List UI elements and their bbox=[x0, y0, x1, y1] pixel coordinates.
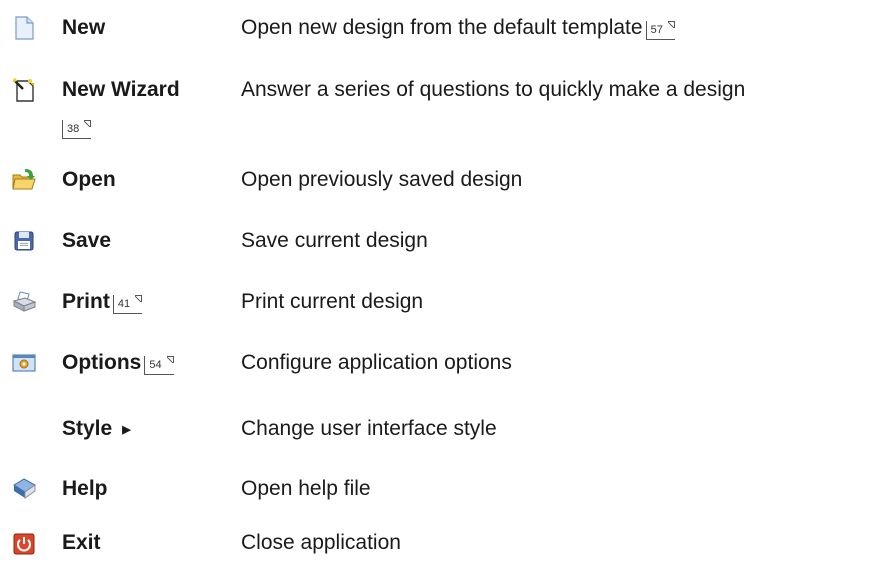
new-document-icon bbox=[11, 15, 37, 41]
exit-power-icon bbox=[11, 530, 37, 556]
submenu-arrow-icon: ▶ bbox=[122, 424, 131, 436]
command-description: Open previously saved design bbox=[241, 168, 523, 191]
command-description: Configure application options bbox=[241, 351, 512, 374]
command-description: Save current design bbox=[241, 229, 428, 252]
command-description: Open help file bbox=[241, 477, 371, 500]
command-name: Help bbox=[62, 477, 108, 500]
command-description: Open new design from the default templat… bbox=[241, 15, 676, 41]
open-folder-icon bbox=[11, 167, 37, 193]
options-icon bbox=[11, 350, 37, 376]
help-book-icon bbox=[11, 476, 37, 502]
command-name: New bbox=[62, 16, 106, 39]
page-reference[interactable]: 57 bbox=[645, 21, 676, 40]
command-name: Options 54 bbox=[62, 350, 174, 376]
page-reference[interactable]: 54 bbox=[144, 356, 174, 375]
command-description: Close application bbox=[241, 531, 401, 554]
command-name: Open bbox=[62, 168, 116, 191]
page-reference[interactable]: 38 bbox=[62, 120, 92, 139]
command-name: Print 41 bbox=[62, 289, 143, 315]
new-wizard-icon bbox=[11, 77, 37, 103]
command-description: Answer a series of questions to quickly … bbox=[241, 78, 746, 101]
command-name: Save bbox=[62, 229, 112, 252]
command-name: Style ▶ bbox=[62, 417, 131, 440]
command-name: New Wizard bbox=[62, 78, 180, 101]
save-floppy-icon bbox=[11, 228, 37, 254]
command-description: Change user interface style bbox=[241, 417, 497, 440]
command-description: Print current design bbox=[241, 290, 424, 313]
command-name: Exit bbox=[62, 531, 101, 554]
page-reference[interactable]: 41 bbox=[112, 295, 143, 314]
printer-icon bbox=[11, 289, 37, 315]
